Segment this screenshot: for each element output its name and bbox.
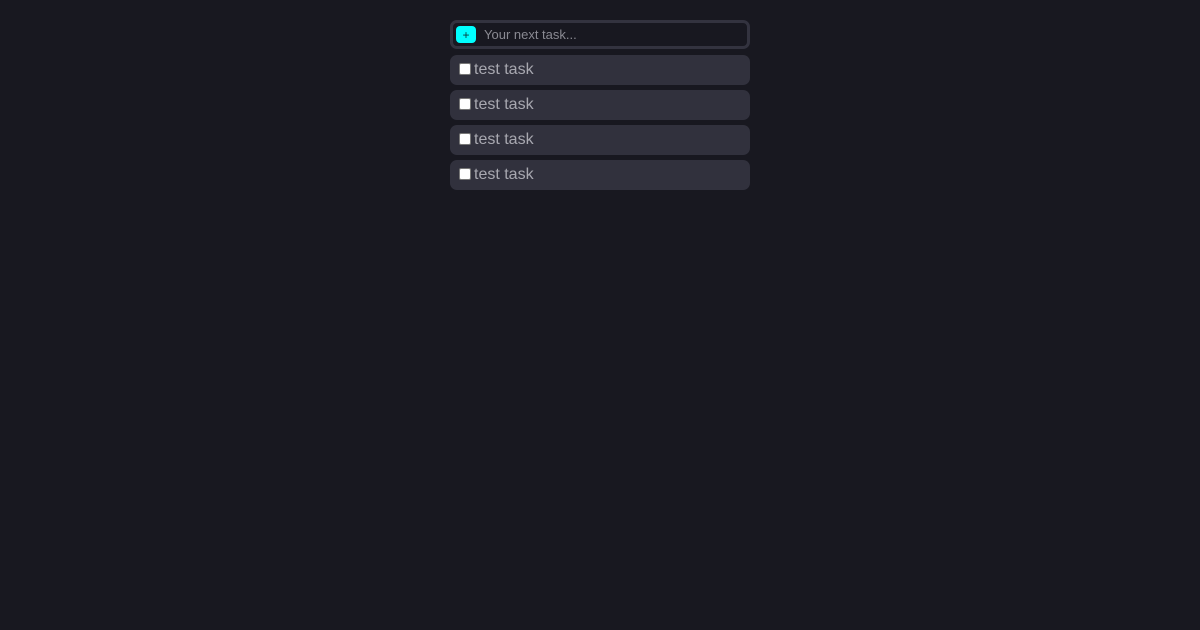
add-task-button[interactable]: +	[456, 26, 476, 43]
task-label: test task	[474, 131, 534, 148]
task-item: test task	[450, 160, 750, 190]
task-item: test task	[450, 125, 750, 155]
todo-app: + test task test task test task test tas…	[450, 20, 750, 195]
task-item: test task	[450, 90, 750, 120]
task-label: test task	[474, 166, 534, 183]
new-task-input[interactable]	[484, 27, 724, 42]
task-label: test task	[474, 96, 534, 113]
task-item: test task	[450, 55, 750, 85]
task-checkbox[interactable]	[459, 98, 471, 110]
task-list: test task test task test task test task	[450, 55, 750, 190]
task-checkbox[interactable]	[459, 63, 471, 75]
new-task-bar: +	[450, 20, 750, 49]
task-checkbox[interactable]	[459, 133, 471, 145]
task-label: test task	[474, 61, 534, 78]
plus-icon: +	[462, 27, 470, 42]
task-checkbox[interactable]	[459, 168, 471, 180]
